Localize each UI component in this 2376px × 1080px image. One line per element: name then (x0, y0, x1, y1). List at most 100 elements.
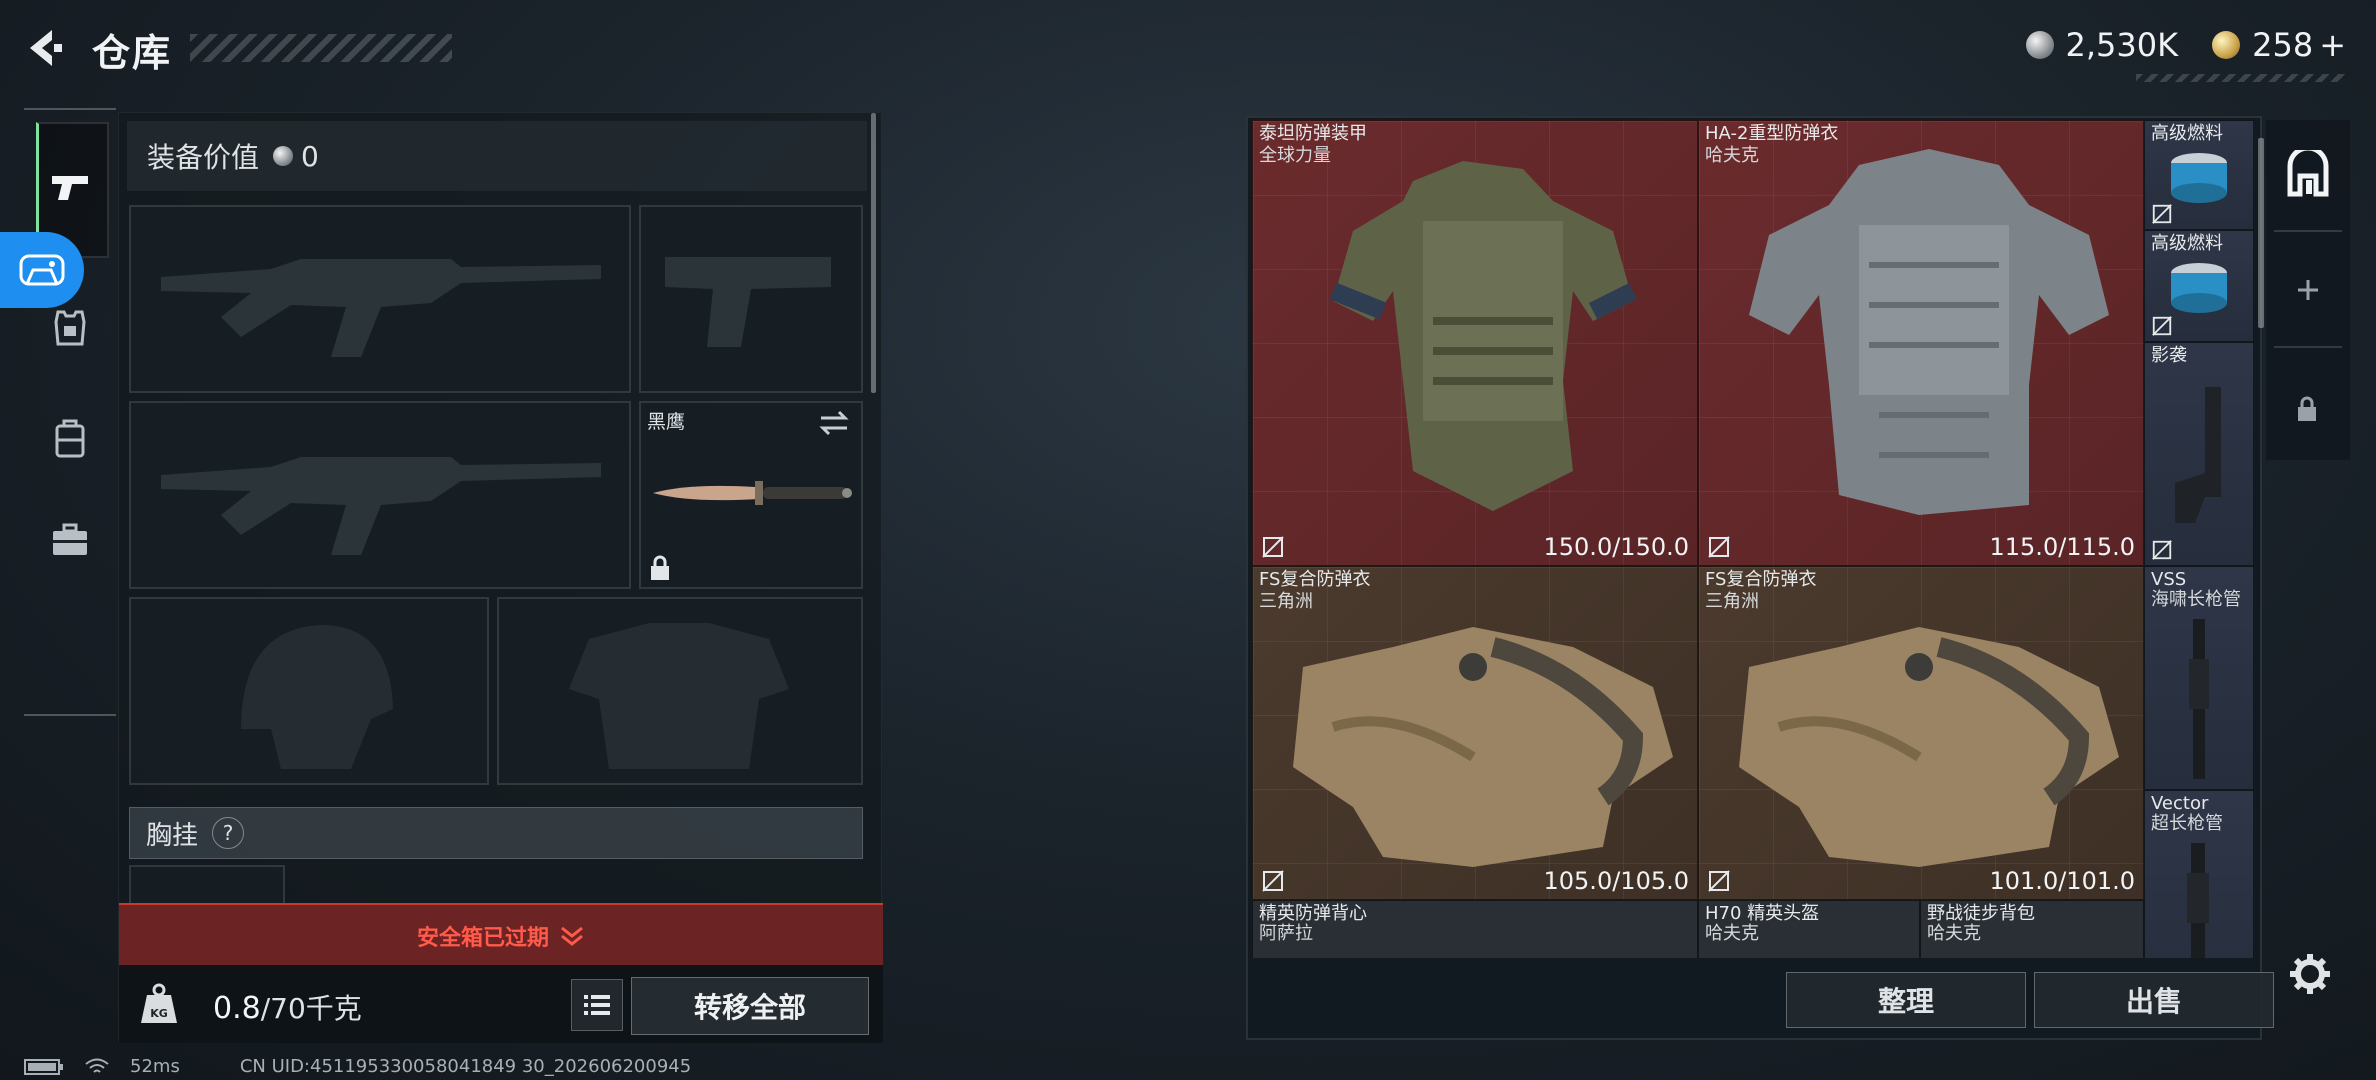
add-page-button[interactable] (2294, 276, 2322, 308)
armor-image-icon (1329, 161, 1638, 511)
equip-value-amount: 0 (301, 139, 319, 173)
tab-backpack[interactable] (38, 406, 102, 470)
chest-rig-header: 胸挂 ? (129, 807, 863, 859)
storage-item[interactable]: 泰坦防弹装甲 全球力量 150.0/150.0 (1252, 120, 1698, 566)
transfer-all-button[interactable]: 转移全部 (631, 977, 869, 1035)
uid-text: CN UID:451195330058041849 30_20260620094… (239, 1056, 692, 1077)
chest-rig-slot[interactable] (129, 865, 285, 905)
armor-image-icon (1749, 149, 2109, 515)
gold-coin-icon (2212, 31, 2241, 59)
briefcase-icon (53, 523, 87, 555)
vest-silhouette-icon (569, 623, 789, 769)
item-name: Vector (2151, 793, 2209, 814)
armor-image-icon (1739, 627, 2119, 867)
add-currency-button[interactable]: + (2319, 26, 2346, 64)
svg-text:KG: KG (150, 1007, 168, 1020)
settings-button[interactable] (2286, 950, 2334, 998)
back-button[interactable] (22, 24, 70, 72)
pistol-silhouette-icon (665, 257, 831, 347)
gamepad-button[interactable] (0, 232, 84, 308)
storage-grid: 泰坦防弹装甲 全球力量 150.0/150.0 HA-2重型防弹衣 哈夫克 11… (1252, 120, 2254, 958)
equip-value-label: 装备价值 (147, 141, 260, 174)
currency-bar: 2,530K 258 + (2025, 26, 2346, 64)
storage-item[interactable]: FS复合防弹衣 三角洲 101.0/101.0 (1698, 566, 2144, 900)
rifle-silhouette-icon (161, 457, 601, 555)
weight-max: /70千克 (260, 992, 362, 1025)
backpack-icon (55, 419, 85, 458)
item-brand: 海啸长枪管 (2151, 589, 2241, 610)
storage-item[interactable]: 精英防弹背心 阿萨拉 (1252, 900, 1698, 958)
double-chevron-down-icon (561, 926, 583, 946)
storage-item[interactable]: VSS 海啸长枪管 (2144, 566, 2254, 790)
storage-item[interactable]: HA-2重型防弹衣 哈夫克 115.0/115.0 (1698, 120, 2144, 566)
item-durability: 105.0/105.0 (1543, 867, 1690, 895)
storage-item[interactable]: 高级燃料 (2144, 230, 2254, 342)
storage-item[interactable]: 野战徒步背包 哈夫克 (1920, 900, 2144, 958)
weight-display: 0.8/70千克 (213, 987, 362, 1027)
weight-icon: KG (141, 983, 177, 1023)
gamepad-icon (19, 254, 65, 286)
sell-button[interactable]: 出售 (2034, 972, 2274, 1028)
no-trade-icon (2152, 540, 2172, 560)
pistol-slot[interactable] (639, 205, 863, 393)
tab-case[interactable] (38, 508, 102, 572)
armor-slot[interactable] (497, 597, 863, 785)
pistol-icon (52, 176, 88, 200)
item-brand: 超长枪管 (2151, 813, 2223, 834)
loadout-footer: KG 0.8/70千克 转移全部 (119, 965, 883, 1043)
help-button[interactable]: ? (212, 817, 245, 849)
armor-image-icon (1293, 627, 1673, 867)
item-durability: 101.0/101.0 (1989, 867, 2136, 895)
sort-button[interactable]: 整理 (1786, 972, 2026, 1028)
no-trade-icon (1708, 870, 1730, 892)
no-trade-icon (2152, 204, 2172, 224)
chest-rig-label: 胸挂 (146, 820, 199, 851)
item-name: 高级燃料 (2151, 123, 2223, 144)
item-name: FS复合防弹衣 (1705, 569, 1817, 590)
item-durability: 115.0/115.0 (1989, 533, 2136, 561)
locked-page-tab[interactable] (2296, 396, 2318, 426)
wifi-icon (85, 1058, 109, 1073)
no-trade-icon (1708, 536, 1730, 558)
list-icon (584, 995, 610, 1015)
storage-item[interactable]: Vector 超长枪管 (2144, 790, 2254, 958)
item-brand: 阿萨拉 (1259, 923, 1313, 944)
safe-box-expired-warning[interactable]: 安全箱已过期 (119, 903, 883, 967)
primary-weapon-slot[interactable] (129, 205, 631, 393)
storage-page-tab[interactable] (2284, 145, 2332, 202)
silver-coin-icon (2025, 31, 2054, 59)
storage-page-column (2266, 120, 2350, 460)
currency-decoration (2136, 74, 2346, 82)
warehouse-icon (2287, 145, 2329, 197)
separator (2274, 346, 2342, 348)
storage-item[interactable]: FS复合防弹衣 三角洲 105.0/105.0 (1252, 566, 1698, 900)
page-title: 仓库 (92, 31, 173, 75)
storage-panel: 泰坦防弹装甲 全球力量 150.0/150.0 HA-2重型防弹衣 哈夫克 11… (1246, 116, 2274, 1040)
helmet-slot[interactable] (129, 597, 489, 785)
item-name: H70 精英头盔 (1705, 903, 1820, 924)
battery-icon (24, 1058, 63, 1075)
storage-item[interactable]: 影袭 (2144, 342, 2254, 566)
knife-name: 黑鹰 (647, 411, 686, 433)
storage-item[interactable]: H70 精英头盔 哈夫克 (1698, 900, 1920, 958)
loadout-panel: 装备价值 0 黑鹰 胸挂 ? 安全箱已过期 KG 0.8/70千克 转移全部 (118, 112, 883, 1043)
tab-weapons[interactable] (38, 156, 102, 220)
storage-item[interactable]: 高级燃料 (2144, 120, 2254, 230)
barrel-icon (2189, 619, 2209, 779)
knife-icon (653, 481, 852, 505)
secondary-weapon-slot[interactable] (129, 401, 631, 589)
separator (2274, 230, 2342, 232)
swap-icon[interactable] (817, 409, 851, 437)
gold-amount: 258 (2252, 26, 2314, 64)
loadout-scrollbar[interactable] (871, 113, 876, 393)
silver-coin-icon (273, 146, 294, 166)
vest-icon (54, 310, 86, 346)
melee-slot[interactable]: 黑鹰 (639, 401, 863, 589)
side-tab-bar (24, 108, 116, 716)
list-view-button[interactable] (571, 979, 623, 1031)
ping-text: 52ms (130, 1056, 180, 1077)
item-name: FS复合防弹衣 (1259, 569, 1371, 590)
fuel-can-icon (2171, 263, 2227, 313)
helmet-silhouette-icon (241, 625, 393, 769)
storage-scrollbar[interactable] (2258, 138, 2264, 328)
